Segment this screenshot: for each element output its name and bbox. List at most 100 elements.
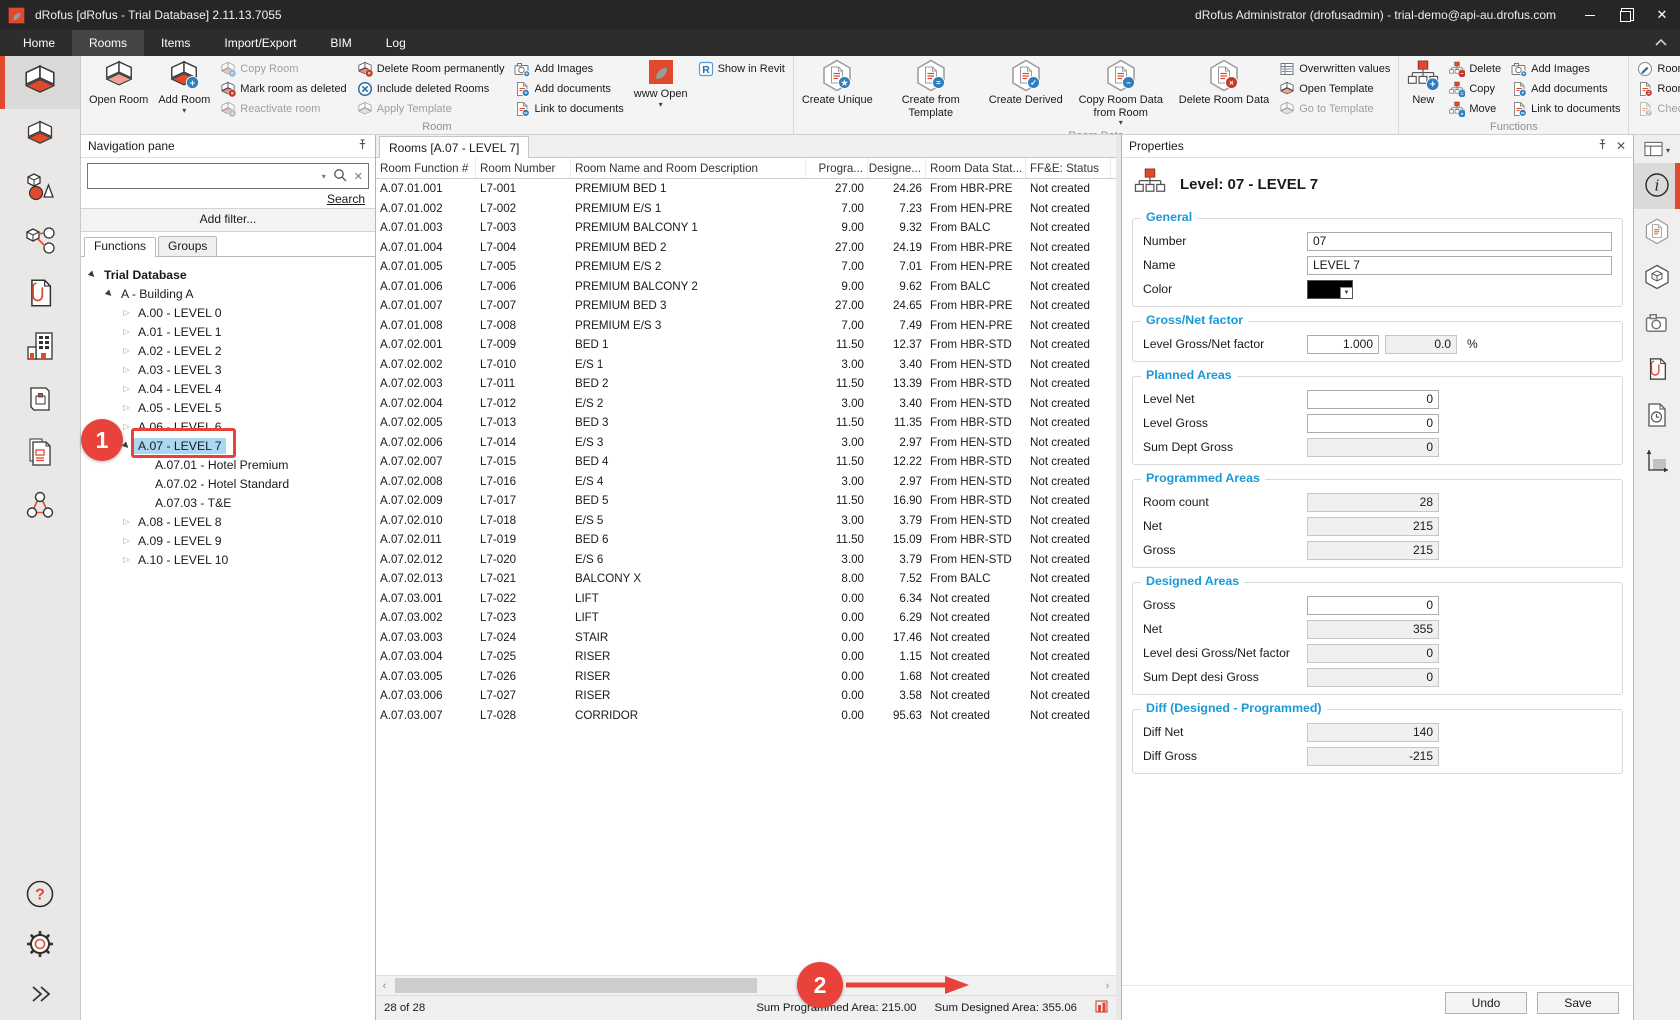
reactivate-room-button[interactable]: +Reactivate room	[217, 99, 349, 119]
right-panel-tab-area-measure[interactable]	[1634, 439, 1680, 485]
name-field[interactable]: LEVEL 7	[1307, 256, 1612, 275]
table-row[interactable]: A.07.02.008L7-016E/S 43.002.97From HEN-S…	[376, 472, 1116, 492]
create-derived-button[interactable]: ✓Create Derived	[984, 58, 1068, 108]
sidebar-item-rooms-alt[interactable]	[0, 109, 80, 162]
right-panel-tab-bim-objects[interactable]	[1634, 255, 1680, 301]
search-icon[interactable]	[333, 168, 347, 185]
menu-tab-home[interactable]: Home	[6, 30, 72, 56]
menu-tab-import-export[interactable]: Import/Export	[207, 30, 313, 56]
check-under-specified-button[interactable]: ?Check for 'under specified'	[1634, 99, 1680, 119]
open-template-button[interactable]: Open Template	[1276, 79, 1393, 99]
right-panel-tab-info[interactable]: i	[1634, 163, 1680, 209]
tree-item-a-09-level-9[interactable]: ▷A.09 - LEVEL 9	[81, 531, 375, 550]
menu-tab-log[interactable]: Log	[369, 30, 423, 56]
create-from-template-button[interactable]: =Create from Template	[878, 58, 984, 120]
right-panel-tab-history[interactable]	[1634, 393, 1680, 439]
room-data-item-checks-button[interactable]: =Room Data <-> Item Checks	[1634, 79, 1680, 99]
restore-button[interactable]	[1608, 0, 1644, 30]
sidebar-item-expand[interactable]	[0, 970, 80, 1020]
tree-expander-icon[interactable]: ▷	[119, 555, 134, 564]
tree-expander-icon[interactable]: ▷	[119, 327, 134, 336]
tree-item-a-02-level-2[interactable]: ▷A.02 - LEVEL 2	[81, 341, 375, 360]
include-deleted-rooms-button[interactable]: Include deleted Rooms	[354, 79, 508, 99]
tree-item-a-07-03-t-e[interactable]: A.07.03 - T&E	[81, 493, 375, 512]
table-row[interactable]: A.07.02.012L7-020E/S 63.003.79From HEN-S…	[376, 550, 1116, 570]
column-header-ff-e-status[interactable]: FF&E: Status	[1026, 158, 1111, 178]
tree-expander-icon[interactable]: ▷	[119, 384, 134, 393]
right-panel-tab-room-data-sheet[interactable]	[1634, 209, 1680, 255]
room-name-manager-button[interactable]: Room Name Manager	[1634, 59, 1680, 79]
table-row[interactable]: A.07.02.001L7-009BED 111.5012.37From HBR…	[376, 335, 1116, 355]
clear-search-icon[interactable]: ✕	[354, 170, 363, 183]
overwritten-values-button[interactable]: Overwritten values	[1276, 59, 1393, 79]
go-to-template-button[interactable]: Go to Template	[1276, 99, 1393, 119]
add-filter-button[interactable]: Add filter...	[81, 208, 375, 232]
sidebar-item-buildings[interactable]	[0, 321, 80, 374]
search-scope-dropdown-icon[interactable]: ▾	[322, 172, 326, 181]
table-row[interactable]: A.07.02.010L7-018E/S 53.003.79From HEN-S…	[376, 511, 1116, 531]
right-panel-tab-documents[interactable]	[1634, 347, 1680, 393]
tree-expander-icon[interactable]: ▶	[101, 285, 118, 302]
tree-item-a-building-a[interactable]: ▶A - Building A	[81, 284, 375, 303]
minimize-button[interactable]	[1572, 0, 1608, 30]
copy-room-data-button[interactable]: −Copy Room Data from Room▾	[1068, 58, 1174, 129]
table-row[interactable]: A.07.02.011L7-019BED 611.5015.09From HBR…	[376, 530, 1116, 550]
table-row[interactable]: A.07.01.005L7-005PREMIUM E/S 27.007.01Fr…	[376, 257, 1116, 277]
right-panel-tab-images[interactable]	[1634, 301, 1680, 347]
menu-tab-items[interactable]: Items	[144, 30, 207, 56]
sidebar-item-catalog[interactable]	[0, 374, 80, 427]
close-pane-icon[interactable]: ✕	[1616, 139, 1626, 153]
table-row[interactable]: A.07.03.003L7-024STAIR0.0017.46Not creat…	[376, 628, 1116, 648]
sidebar-item-rooms[interactable]	[0, 56, 80, 109]
tree-item-a-10-level-10[interactable]: ▷A.10 - LEVEL 10	[81, 550, 375, 569]
undo-button[interactable]: Undo	[1445, 992, 1527, 1014]
tree-expander-icon[interactable]: ▶	[84, 266, 101, 283]
table-row[interactable]: A.07.01.002L7-002PREMIUM E/S 17.007.23Fr…	[376, 199, 1116, 219]
add-documents-button[interactable]: +Add documents	[511, 79, 626, 99]
tree-item-a-04-level-4[interactable]: ▷A.04 - LEVEL 4	[81, 379, 375, 398]
add-room-button[interactable]: +Add Room▾	[153, 58, 215, 117]
sidebar-item-reports[interactable]	[0, 427, 80, 480]
scrollbar-thumb[interactable]	[395, 978, 757, 993]
mark-room-deleted-button[interactable]: ×Mark room as deleted	[217, 79, 349, 99]
table-row[interactable]: A.07.02.005L7-013BED 311.5011.35From HBR…	[376, 413, 1116, 433]
tree-expander-icon[interactable]: ▷	[119, 346, 134, 355]
table-row[interactable]: A.07.01.006L7-006PREMIUM BALCONY 29.009.…	[376, 277, 1116, 297]
column-header-room-function[interactable]: Room Function #	[376, 158, 476, 178]
color-picker[interactable]: ▼	[1307, 280, 1353, 299]
delete-room-data-button[interactable]: ×Delete Room Data	[1174, 58, 1275, 108]
tree-expander-icon[interactable]: ▷	[119, 308, 134, 317]
delete-function-button[interactable]: −Delete	[1446, 59, 1504, 79]
sidebar-item-items[interactable]	[0, 162, 80, 215]
table-row[interactable]: A.07.02.003L7-011BED 211.5013.39From HBR…	[376, 374, 1116, 394]
column-header-designe[interactable]: Designe...	[868, 158, 926, 178]
table-row[interactable]: A.07.02.013L7-021BALCONY X8.007.52From B…	[376, 569, 1116, 589]
table-row[interactable]: A.07.02.007L7-015BED 411.5012.22From HBR…	[376, 452, 1116, 472]
tab-groups[interactable]: Groups	[158, 236, 217, 256]
tree-expander-icon[interactable]: ▷	[119, 536, 134, 545]
column-header-progra[interactable]: Progra...	[806, 158, 868, 178]
table-row[interactable]: A.07.03.004L7-025RISER0.001.15Not create…	[376, 647, 1116, 667]
chevron-down-icon[interactable]: ▼	[1340, 287, 1352, 298]
table-row[interactable]: A.07.02.006L7-014E/S 33.002.97From HEN-S…	[376, 433, 1116, 453]
table-row[interactable]: A.07.01.004L7-004PREMIUM BED 227.0024.19…	[376, 238, 1116, 258]
tree-item-a-01-level-1[interactable]: ▷A.01 - LEVEL 1	[81, 322, 375, 341]
collapse-ribbon-icon[interactable]	[1654, 36, 1668, 50]
number-field[interactable]: 07	[1307, 232, 1612, 251]
level-net-field[interactable]: 0	[1307, 390, 1439, 409]
table-row[interactable]: A.07.03.007L7-028CORRIDOR0.0095.63Not cr…	[376, 706, 1116, 726]
panel-layout-control[interactable]: ▾	[1644, 137, 1670, 163]
sidebar-item-help[interactable]: ?	[0, 870, 80, 920]
tree-item-trial-database[interactable]: ▶Trial Database	[81, 265, 375, 284]
table-row[interactable]: A.07.02.004L7-012E/S 23.003.40From HEN-S…	[376, 394, 1116, 414]
function-link-documents-button[interactable]: ∞Link to documents	[1508, 99, 1623, 119]
tree-expander-icon[interactable]: ▷	[119, 365, 134, 374]
add-images-button[interactable]: +Add Images	[511, 59, 626, 79]
table-row[interactable]: A.07.03.005L7-026RISER0.001.68Not create…	[376, 667, 1116, 687]
delete-room-permanently-button[interactable]: ×Delete Room permanently	[354, 59, 508, 79]
gross-net-factor-field[interactable]: 1.000	[1307, 335, 1379, 354]
sidebar-item-item-groups[interactable]	[0, 215, 80, 268]
tree-item-a-08-level-8[interactable]: ▷A.08 - LEVEL 8	[81, 512, 375, 531]
column-header-room-number[interactable]: Room Number	[476, 158, 571, 178]
sidebar-item-attachments[interactable]	[0, 268, 80, 321]
